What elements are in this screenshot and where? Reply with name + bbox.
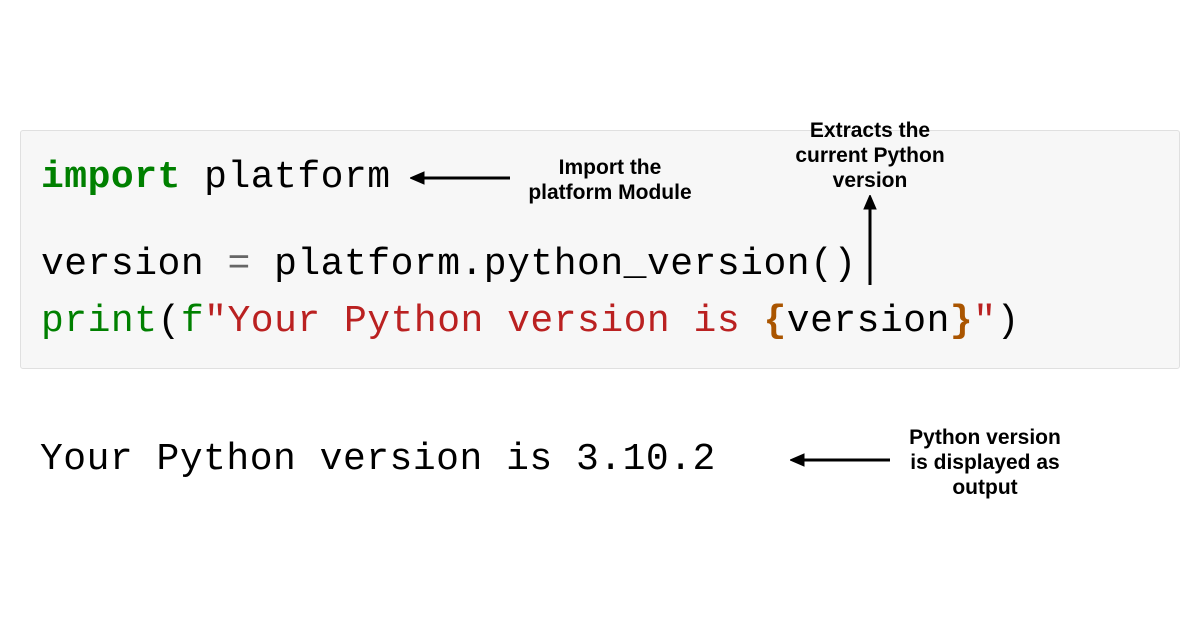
brace-close: } <box>950 300 973 343</box>
arrow-extract-icon <box>860 195 880 285</box>
equals-operator: = <box>227 243 250 286</box>
print-keyword: print <box>41 300 158 343</box>
code-line-3: print(f"Your Python version is {version}… <box>41 293 1159 350</box>
keyword-import: import <box>41 156 181 199</box>
function-call: platform.python_version() <box>274 243 857 286</box>
output-text: Your Python version is 3.10.2 <box>40 430 716 491</box>
variable-name: version <box>41 243 204 286</box>
annotation-import: Import theplatform Module <box>510 155 710 205</box>
brace-open: { <box>763 300 786 343</box>
output-block: Your Python version is 3.10.2 <box>40 430 716 491</box>
annotation-extract: Extracts thecurrent Pythonversion <box>775 118 965 194</box>
arrow-output-icon <box>790 450 890 470</box>
f-prefix: f <box>181 300 204 343</box>
code-line-2: version = platform.python_version() <box>41 236 1159 293</box>
module-name: platform <box>204 156 390 199</box>
string-part-1: "Your Python version is <box>204 300 763 343</box>
string-part-2: " <box>973 300 996 343</box>
arrow-import-icon <box>410 168 510 188</box>
blank-line <box>41 206 1159 236</box>
interpolated-var: version <box>787 300 950 343</box>
annotation-output: Python versionis displayed asoutput <box>895 425 1075 501</box>
